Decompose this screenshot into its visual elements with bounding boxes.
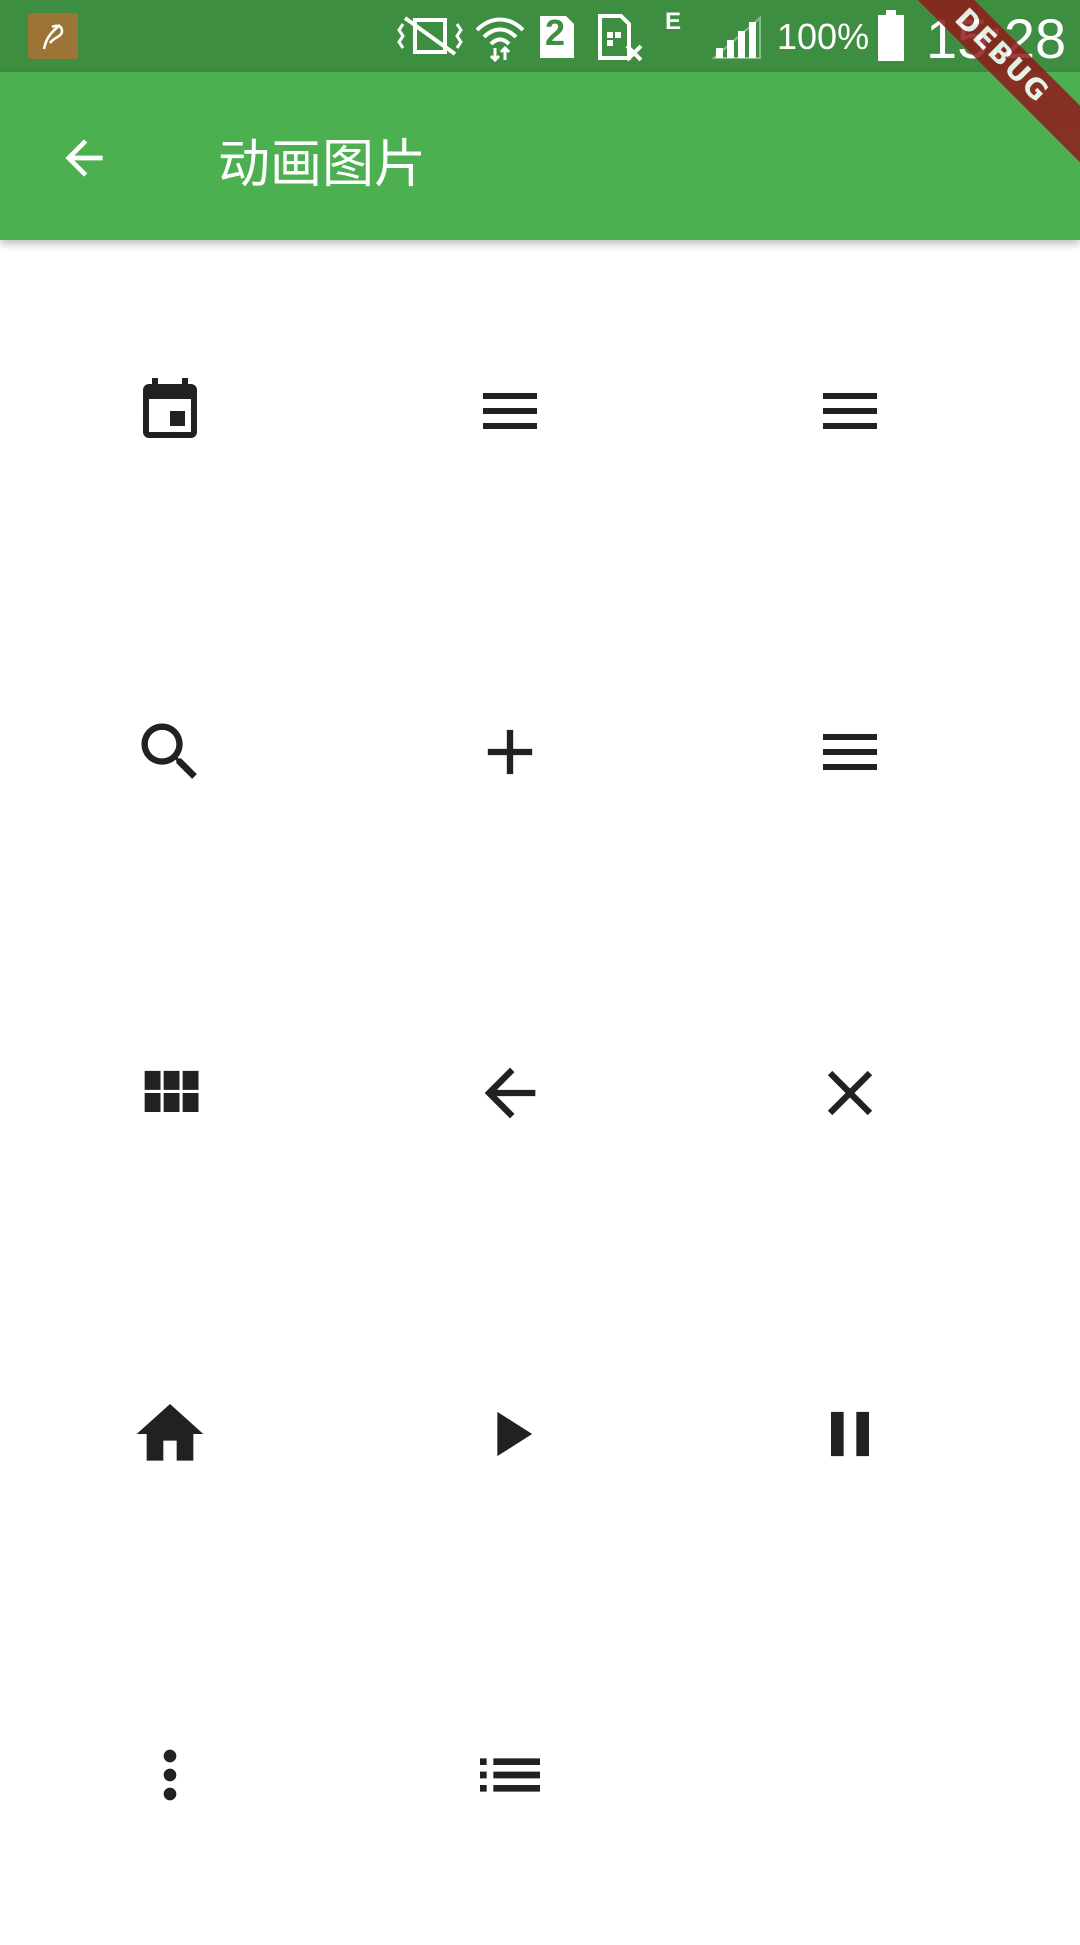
more-vert-icon[interactable] <box>125 1730 215 1820</box>
menu-icon[interactable] <box>805 366 895 456</box>
grid-cell <box>680 1263 1020 1604</box>
search-icon[interactable] <box>125 707 215 797</box>
animated-icon-grid <box>0 240 1080 1945</box>
grid-cell <box>340 240 680 581</box>
list-icon[interactable] <box>465 1730 555 1820</box>
menu-icon[interactable] <box>465 366 555 456</box>
grid-cell <box>680 581 1020 922</box>
grid-cell <box>0 922 340 1263</box>
grid-cell <box>0 1263 340 1604</box>
wifi-icon <box>475 17 525 62</box>
grid-cell <box>680 922 1020 1263</box>
play-icon[interactable] <box>465 1389 555 1479</box>
home-icon[interactable] <box>125 1389 215 1479</box>
grid-cell <box>0 240 340 581</box>
app-notification-icon <box>28 13 78 59</box>
status-bar: 2 E 100% 15:28 <box>0 0 1080 72</box>
battery-icon <box>878 10 904 61</box>
vibrate-icon <box>397 16 463 56</box>
page-title: 动画图片 <box>218 135 427 195</box>
arrow-back-icon[interactable] <box>465 1048 555 1138</box>
pause-icon[interactable] <box>805 1389 895 1479</box>
grid-view-icon[interactable] <box>125 1048 215 1138</box>
grid-cell <box>680 240 1020 581</box>
grid-cell <box>340 581 680 922</box>
battery-percentage: 100% <box>777 16 870 57</box>
arrow-back-icon <box>65 139 103 177</box>
grid-cell <box>0 1604 340 1945</box>
no-sim-icon <box>598 14 643 62</box>
close-icon[interactable] <box>805 1048 895 1138</box>
signal-icon <box>711 15 761 59</box>
back-button[interactable] <box>44 118 124 198</box>
grid-cell <box>340 1263 680 1604</box>
grid-cell <box>0 581 340 922</box>
grid-cell <box>340 1604 680 1945</box>
sim-slot-number: 2 <box>545 12 566 53</box>
add-icon[interactable] <box>465 707 555 797</box>
app-bar: 动画图片 <box>0 72 1080 240</box>
network-type-label: E <box>665 8 682 35</box>
menu-icon[interactable] <box>805 707 895 797</box>
grid-cell <box>340 922 680 1263</box>
calendar-icon[interactable] <box>125 366 215 456</box>
